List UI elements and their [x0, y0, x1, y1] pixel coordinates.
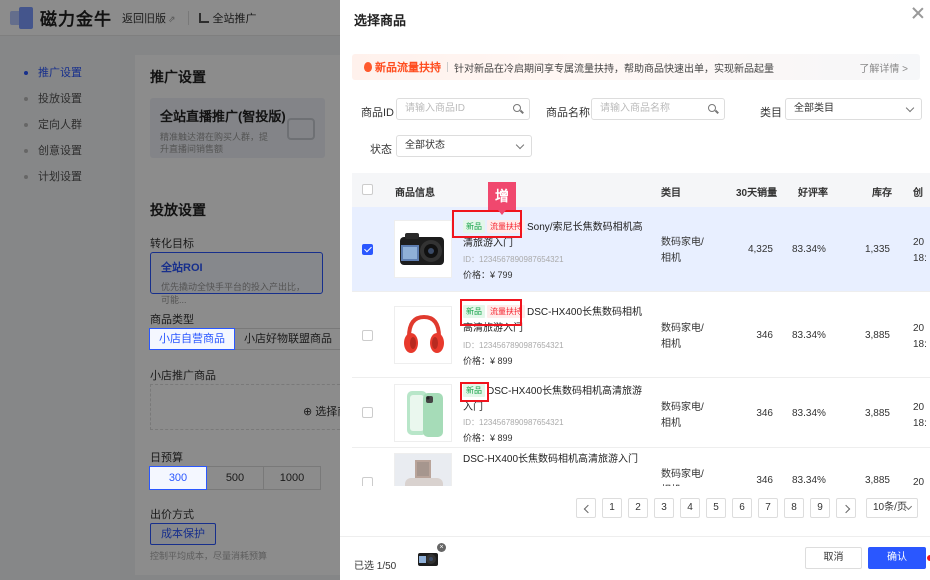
pagination-page-6[interactable]: 6 [732, 498, 752, 518]
product-category: 数码家电/相机 [661, 237, 704, 264]
product-stock: 3,885 [864, 408, 890, 419]
selected-count: 已选 1/50 [354, 561, 397, 572]
modal-overlay[interactable] [0, 0, 340, 580]
annotation-label: 增 [488, 182, 516, 215]
table-row[interactable]: DSC-HX400长焦数码相机高清旅游入门 数码家电/相机 346 83.34%… [352, 448, 930, 486]
product-created: 20 18: [913, 323, 927, 350]
col-stock: 库存 [872, 188, 892, 199]
col-rating: 好评率 [798, 188, 828, 199]
annotation-box [460, 382, 489, 402]
pagination-page-9[interactable]: 9 [810, 498, 830, 518]
col-product-info: 商品信息 [395, 188, 435, 199]
product-thumbnail [394, 306, 452, 364]
pagination-page-8[interactable]: 8 [784, 498, 804, 518]
product-id: ID：1234567890987654321 [463, 418, 564, 427]
banner-divider [447, 62, 448, 72]
product-name: DSC-HX400长焦数码相机高清旅游入门 [463, 454, 639, 465]
pagination-next-button[interactable] [836, 498, 856, 518]
pagination-prev-button[interactable] [576, 498, 596, 518]
product-rating: 83.34% [792, 244, 826, 255]
product-rating: 83.34% [792, 475, 826, 486]
product-id-label: 商品ID [361, 107, 394, 119]
drawer-title: 选择商品 [354, 13, 407, 28]
banner-more-link[interactable]: 了解详情 > [859, 60, 908, 75]
new-product-banner: 新品流量扶持 针对新品在冷启期间享专属流量扶持，帮助商品快速出单，实现新品起量 … [352, 54, 920, 80]
product-category: 数码家电/相机 [661, 402, 704, 429]
product-name-input[interactable]: 请输入商品名称 [591, 98, 725, 120]
product-price: 价格：¥ 899 [463, 356, 513, 366]
row-checkbox[interactable] [362, 407, 373, 418]
pagination-page-1[interactable]: 1 [602, 498, 622, 518]
category-label: 类目 [760, 107, 782, 119]
product-stock: 3,885 [864, 475, 890, 486]
product-rating: 83.34% [792, 408, 826, 419]
status-label: 状态 [370, 144, 392, 156]
product-stock: 3,885 [864, 330, 890, 341]
product-price: 价格：¥ 899 [463, 433, 513, 443]
table-header: 商品信息 类目 30天销量 好评率 库存 创 [352, 173, 930, 207]
annotation-box [460, 299, 522, 326]
close-icon[interactable] [910, 6, 926, 22]
product-thumbnail [394, 453, 452, 486]
product-id: ID：1234567890987654321 [463, 341, 564, 350]
product-type-self-shop[interactable]: 小店自营商品 [149, 328, 235, 350]
table-row[interactable]: 新品 DSC-HX400长焦数码相机高清旅游入门 ID：1234567890987… [352, 378, 930, 448]
col-created: 创 [913, 188, 923, 199]
col-sales-30d: 30天销量 [736, 188, 778, 199]
search-icon[interactable] [513, 104, 521, 112]
budget-option-300[interactable]: 300 [149, 466, 207, 490]
confirm-button[interactable]: 确认 [868, 547, 926, 569]
product-created: 20 [913, 477, 925, 486]
table-row[interactable]: 新品 流量扶持 DSC-HX400长焦数码相机高清旅游入门 ID：123456789… [352, 292, 930, 378]
table-row[interactable]: 新品 流量扶持 Sony/索尼长焦数码相机高清旅游入门 ID：12345678909… [352, 207, 930, 292]
product-sales: 346 [756, 330, 773, 341]
row-checkbox[interactable] [362, 244, 373, 255]
product-price: 价格：¥ 799 [463, 270, 513, 280]
category-select[interactable]: 全部类目 [785, 98, 922, 120]
select-product-drawer: 选择商品 新品流量扶持 针对新品在冷启期间享专属流量扶持，帮助商品快速出单，实现… [340, 0, 930, 580]
product-thumbnail [394, 220, 452, 278]
fire-icon [364, 62, 372, 72]
search-icon[interactable] [708, 104, 716, 112]
select-all-checkbox[interactable] [362, 184, 373, 195]
banner-title: 新品流量扶持 [375, 62, 441, 74]
product-sales: 4,325 [747, 244, 773, 255]
product-id-input[interactable]: 请输入商品ID [396, 98, 530, 120]
page-size-select[interactable]: 10条/页 [866, 498, 918, 518]
pagination-page-3[interactable]: 3 [654, 498, 674, 518]
product-sales: 346 [756, 408, 773, 419]
selected-product-thumbnail [416, 546, 440, 570]
product-name: 新品 DSC-HX400长焦数码相机高清旅游入门 [463, 384, 643, 413]
col-category: 类目 [661, 188, 681, 199]
pagination-page-2[interactable]: 2 [628, 498, 648, 518]
remove-selected-icon[interactable]: × [437, 543, 446, 552]
product-created: 20 18: [913, 237, 927, 264]
product-rating: 83.34% [792, 330, 826, 341]
cancel-button[interactable]: 取消 [805, 547, 862, 569]
pagination-page-4[interactable]: 4 [680, 498, 700, 518]
product-category: 数码家电/相机 [661, 323, 704, 350]
pagination-page-5[interactable]: 5 [706, 498, 726, 518]
row-checkbox[interactable] [362, 477, 373, 486]
product-id: ID：1234567890987654321 [463, 255, 564, 264]
product-table: 商品信息 类目 30天销量 好评率 库存 创 新品 流量扶持 Sony/索尼长焦… [352, 173, 930, 486]
product-sales: 346 [756, 475, 773, 486]
product-name-label: 商品名称 [546, 107, 590, 119]
pagination-page-7[interactable]: 7 [758, 498, 778, 518]
banner-desc: 针对新品在冷启期间享专属流量扶持，帮助商品快速出单，实现新品起量 [454, 63, 774, 75]
chevron-down-icon [515, 140, 525, 150]
annotation-box [452, 210, 522, 238]
drawer-footer: 已选 1/50 × 取消 确认 [340, 536, 930, 580]
product-thumbnail [394, 384, 452, 442]
product-stock: 1,335 [864, 244, 890, 255]
status-select[interactable]: 全部状态 [396, 135, 532, 157]
product-category: 数码家电/相机 [661, 469, 704, 486]
product-created: 20 18: [913, 402, 927, 429]
row-checkbox[interactable] [362, 330, 373, 341]
chevron-down-icon [905, 103, 915, 113]
